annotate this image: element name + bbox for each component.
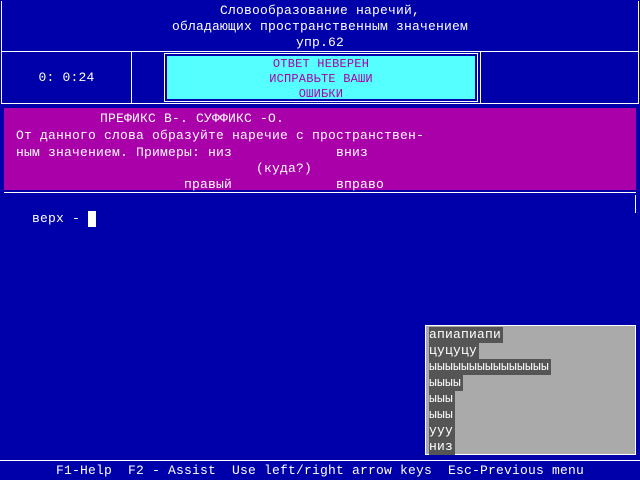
list-item[interactable]: ууу [429,423,456,439]
list-item[interactable]: цуцуцу [429,343,480,359]
answers-list: апиапиапи цуцуцу ыыыыыыыыыыыыыыы ыыыы ыы… [425,325,636,455]
error-message-box: ОТВЕТ НЕВЕРЕН ИСПРАВЬТЕ ВАШИ ОШИБКИ [164,53,478,102]
list-item[interactable]: ыыы [429,391,456,407]
task-panel: ПРЕФИКС В-. СУФФИКС -О. От данного слова… [4,108,636,192]
help-bar: F1-Help F2 - Assist Use left/right arrow… [0,460,640,480]
task-title: ПРЕФИКС В-. СУФФИКС -О. [100,111,285,126]
input-prompt: верх - [32,211,81,226]
example-word: правый [184,177,233,192]
list-item[interactable]: ыыы [429,407,456,423]
example-question: (куда?) [256,161,313,176]
list-item[interactable]: апиапиапи [429,327,504,343]
example-answer: вниз [336,145,369,160]
list-item[interactable]: низ [429,439,456,455]
error-message-line-2: ИСПРАВЬТЕ ВАШИ [269,72,373,86]
example-word-answer: вправо [336,177,385,192]
error-message-line-1: ОТВЕТ НЕВЕРЕН [272,57,370,71]
task-instruction-2: ным значением. Примеры: низ [16,145,233,160]
divider [480,52,481,103]
timer: 0: 0:24 [2,52,132,103]
answer-input-row[interactable]: верх - [16,195,97,227]
list-item[interactable]: ыыыы [429,375,464,391]
header-title-line-1: Словообразование наречий, [219,3,421,18]
error-message-line-3: ОШИБКИ [298,87,344,101]
list-item[interactable]: ыыыыыыыыыыыыыыы [429,359,552,375]
text-cursor [88,211,97,227]
task-instruction-1: От данного слова образуйте наречие с про… [16,128,425,143]
scrollbar[interactable] [635,195,636,213]
header-title-line-2: обладающих пространственным значением [171,19,469,34]
header-exercise-number: упр.62 [295,35,344,50]
exercise-header: Словообразование наречий, обладающих про… [1,1,639,52]
status-row: 0: 0:24 ОТВЕТ НЕВЕРЕН ИСПРАВЬТЕ ВАШИ ОШИ… [1,52,639,104]
